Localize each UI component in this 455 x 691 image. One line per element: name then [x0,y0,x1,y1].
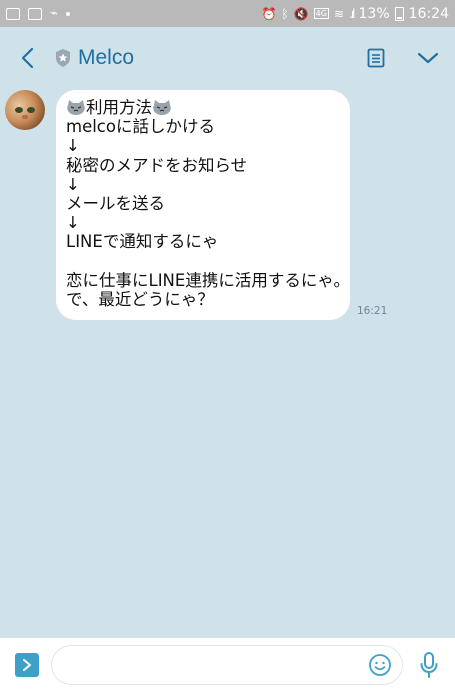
clock: 16:24 [408,5,449,22]
composer-bar [0,637,455,691]
battery-percentage: 13% [358,5,390,22]
back-button[interactable] [12,43,42,73]
status-bar: ⌁ ⏰ ᛒ 🔇 4G ≋ .ıl 13% 16:24 [0,0,455,27]
message-timestamp: 16:21 [357,305,388,317]
mail-notification-icon [28,7,42,20]
verified-shield-icon [56,49,70,67]
message-arrow: ↓ [66,174,80,194]
notes-button[interactable] [361,43,391,73]
message-arrow: ↓ [66,136,80,156]
message-input-box[interactable] [51,645,403,685]
message-line: メールを送る [66,193,165,213]
notes-icon [367,48,385,68]
message-line: 秘密のメアドをお知らせ [66,155,248,175]
expand-button[interactable] [15,653,39,677]
alarm-icon: ⏰ [261,6,277,21]
chat-header: Melco [0,27,455,89]
gallery-notification-icon [6,7,20,20]
chevron-down-icon [417,52,439,64]
message-line: 利用方法 [66,98,340,117]
message-line: LINEで通知するにゃ [66,232,219,252]
notification-dot-icon [65,11,70,16]
message-line: 恋に仕事にLINE連携に活用するにゃ。 [66,270,350,290]
signal-icon: .ıl [349,6,356,21]
avatar-eye [15,107,23,113]
menu-dropdown-button[interactable] [413,43,443,73]
message-line: melcoに話しかける [66,117,215,137]
usb-icon: ⌁ [50,6,58,21]
message-input[interactable] [66,646,370,684]
avatar[interactable] [5,90,45,130]
microphone-icon[interactable] [418,651,440,679]
battery-icon [394,6,404,21]
emoji-icon[interactable] [368,653,392,677]
avatar-eye [27,107,35,113]
chat-title[interactable]: Melco [78,46,134,70]
chevron-left-icon [21,47,34,69]
cat-emoji-icon [67,100,85,115]
message-heading: 利用方法 [86,98,152,117]
network-type-icon: 4G [313,8,329,19]
cat-emoji-icon [153,100,171,115]
wifi-icon: ≋ [333,6,345,21]
bluetooth-icon: ᛒ [281,6,289,21]
message-arrow: ↓ [66,213,80,233]
chevron-right-icon [23,659,31,671]
message-line: で、最近どうにゃ？ [66,289,214,309]
avatar-nose [22,115,28,119]
message-bubble[interactable]: 利用方法 melcoに話しかける ↓ 秘密のメアドをお知らせ ↓ メールを送る … [56,90,350,320]
mute-icon: 🔇 [293,6,309,21]
